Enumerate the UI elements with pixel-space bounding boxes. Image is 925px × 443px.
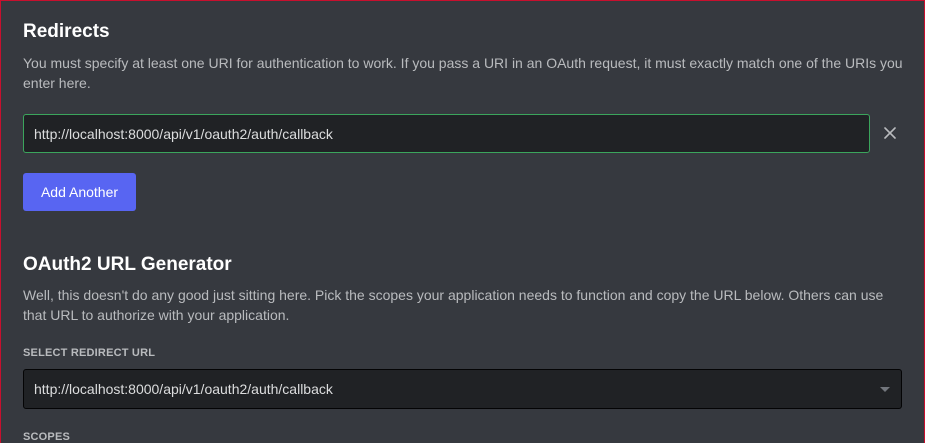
chevron-down-icon: [880, 387, 890, 392]
redirect-url-select[interactable]: http://localhost:8000/api/v1/oauth2/auth…: [23, 369, 902, 409]
close-icon: [884, 127, 896, 139]
redirects-description: You must specify at least one URI for au…: [23, 55, 903, 91]
select-redirect-url-label: SELECT REDIRECT URL: [23, 347, 156, 359]
redirects-title: Redirects: [23, 21, 110, 42]
generator-title: OAuth2 URL Generator: [23, 254, 232, 275]
selected-redirect-url: http://localhost:8000/api/v1/oauth2/auth…: [34, 381, 333, 397]
remove-redirect-button[interactable]: [879, 122, 901, 144]
redirect-uri-input[interactable]: [23, 114, 870, 153]
generator-description: Well, this doesn't do any good just sitt…: [23, 287, 884, 323]
scopes-label: SCOPES: [23, 431, 71, 443]
add-another-button[interactable]: Add Another: [23, 173, 136, 211]
app-window: Redirects You must specify at least one …: [0, 0, 925, 443]
